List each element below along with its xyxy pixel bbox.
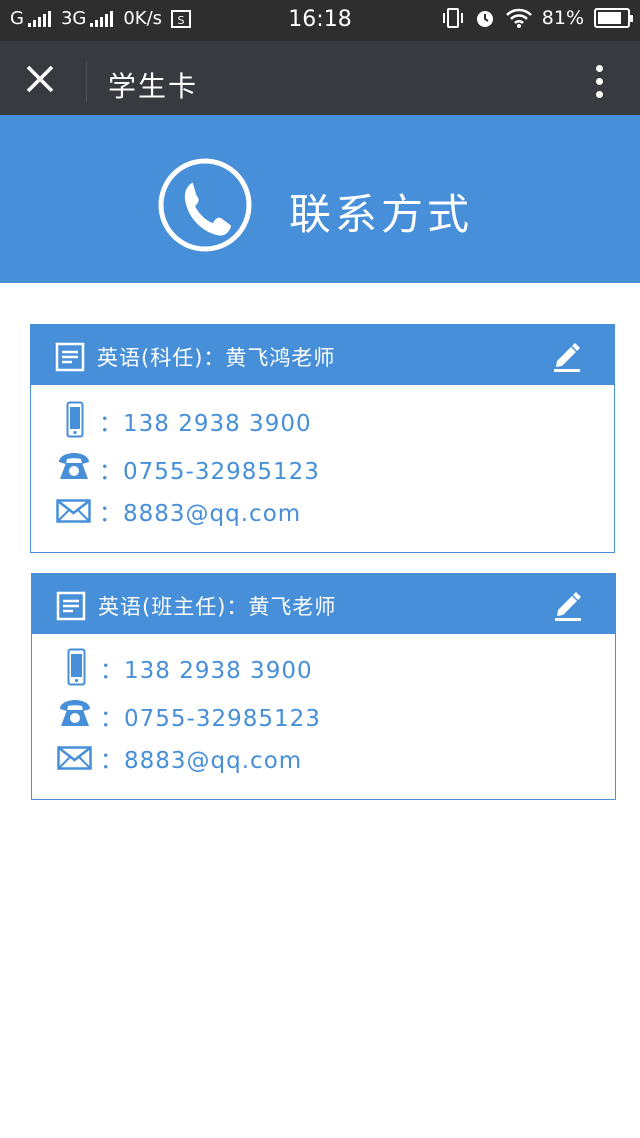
status-bar: G 3G 0K/s S 16:18 81% — [0, 0, 640, 41]
mobile-phone-icon — [67, 648, 86, 686]
phone-row: ：138 2938 3900 — [31, 401, 614, 441]
banner: 联系方式 — [0, 115, 640, 283]
email-value[interactable]: ：8883@qq.com — [99, 494, 301, 528]
phone-value[interactable]: ：138 2938 3900 — [99, 404, 312, 438]
edit-icon[interactable] — [551, 588, 585, 622]
page-title: 学生卡 — [108, 70, 199, 103]
document-icon — [55, 342, 85, 372]
phone-row: ：138 2938 3900 — [32, 648, 615, 688]
email-value[interactable]: ：8883@qq.com — [100, 741, 302, 775]
mail-icon — [56, 499, 91, 523]
telephone-icon — [59, 453, 89, 479]
email-row: ：8883@qq.com — [32, 738, 615, 778]
card-header: 英语(科任)：黄飞鸿老师 — [31, 325, 614, 385]
close-icon[interactable] — [22, 61, 58, 97]
status-right: 81% — [442, 7, 633, 29]
phone-handset-icon — [158, 158, 252, 252]
nav-divider — [86, 62, 87, 102]
edit-icon[interactable] — [550, 339, 584, 373]
mobile-phone-icon — [66, 401, 84, 438]
battery-icon — [594, 8, 633, 28]
battery-level-fill — [598, 12, 621, 24]
teacher-label: 英语(班主任)：黄飞老师 — [98, 595, 337, 619]
battery-percent: 81% — [541, 7, 584, 29]
landline-value[interactable]: ：0755-32985123 — [99, 452, 320, 486]
wifi-icon — [505, 8, 532, 28]
email-row: ：8883@qq.com — [31, 491, 614, 531]
more-icon[interactable] — [594, 65, 604, 105]
phone-value[interactable]: ：138 2938 3900 — [100, 651, 313, 685]
banner-title: 联系方式 — [289, 190, 474, 239]
contact-card: 英语(科任)：黄飞鸿老师 ：138 2938 3900 ：0755-329851… — [30, 324, 615, 553]
vibrate-icon — [442, 8, 463, 28]
nav-bar: 学生卡 — [0, 41, 640, 115]
telephone-icon — [60, 700, 90, 726]
landline-row: ：0755-32985123 — [32, 696, 615, 736]
card-header: 英语(班主任)：黄飞老师 — [32, 574, 615, 634]
teacher-label: 英语(科任)：黄飞鸿老师 — [97, 346, 336, 370]
alarm-icon — [476, 11, 493, 27]
document-icon — [56, 591, 86, 621]
page: G 3G 0K/s S 16:18 81% 学生卡 联系方式 英语(科任)：黄飞… — [0, 0, 640, 1138]
landline-value[interactable]: ：0755-32985123 — [100, 699, 321, 733]
contact-card: 英语(班主任)：黄飞老师 ：138 2938 3900 ：0755-329851… — [31, 573, 616, 800]
landline-row: ：0755-32985123 — [31, 449, 614, 489]
mail-icon — [57, 746, 92, 770]
